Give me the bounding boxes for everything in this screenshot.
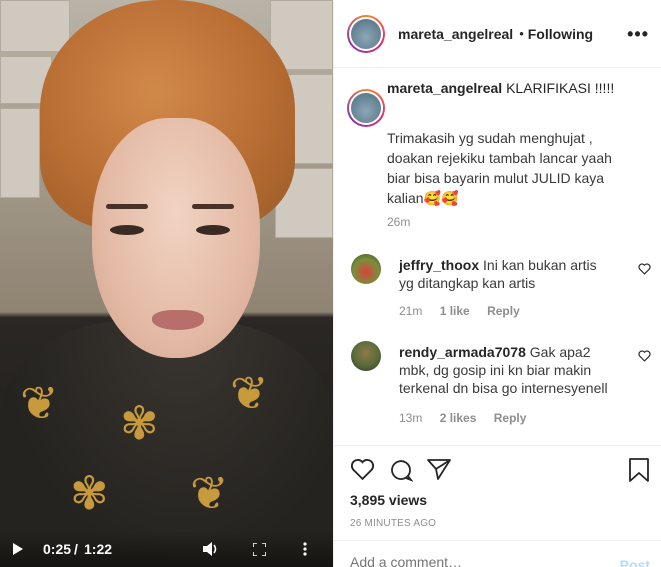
like-comment-heart-icon[interactable] bbox=[638, 262, 651, 280]
author-username[interactable]: mareta_angelreal bbox=[398, 26, 513, 42]
dress-pattern: ✾ bbox=[70, 467, 109, 519]
following-button[interactable]: Following bbox=[528, 26, 593, 42]
author-avatar[interactable] bbox=[347, 14, 385, 53]
commenter-avatar[interactable] bbox=[351, 341, 381, 371]
like-heart-icon[interactable] bbox=[350, 458, 375, 487]
video-options-icon[interactable] bbox=[303, 542, 307, 556]
comment-time[interactable]: 13m bbox=[399, 411, 422, 425]
caption-author[interactable]: mareta_angelreal bbox=[387, 80, 502, 96]
posted-time[interactable]: 26 MINUTES AGO bbox=[350, 518, 436, 529]
dress-pattern: ✾ bbox=[120, 397, 159, 449]
comment-bubble-icon[interactable] bbox=[389, 458, 414, 487]
action-row bbox=[350, 458, 451, 487]
comments-list[interactable]: mareta_angelreal KLARIFIKASI !!!!! Trima… bbox=[334, 69, 661, 445]
dress-pattern: ❦ bbox=[230, 367, 269, 419]
video-player[interactable]: ❦ ✾ ❦ ✾ ❦ 0:25 / 1:22 bbox=[0, 0, 333, 567]
comment-text: jeffry_thoox Ini kan bukan artis yg dita… bbox=[399, 256, 614, 292]
commenter-avatar[interactable] bbox=[351, 254, 381, 284]
eye bbox=[110, 225, 144, 235]
caption-avatar[interactable] bbox=[347, 89, 385, 127]
wall-tile bbox=[0, 108, 40, 198]
reply-button[interactable]: Reply bbox=[494, 411, 527, 425]
post-actions: 3,895 views 26 MINUTES AGO bbox=[334, 445, 661, 540]
separator-dot: • bbox=[519, 26, 524, 41]
commenter-username[interactable]: jeffry_thoox bbox=[399, 257, 479, 273]
video-controls: 0:25 / 1:22 bbox=[0, 531, 333, 567]
commenter-username[interactable]: rendy_armada7078 bbox=[399, 344, 526, 360]
add-comment-bar: Post bbox=[334, 540, 661, 567]
share-paper-plane-icon[interactable] bbox=[427, 458, 451, 487]
add-comment-input[interactable] bbox=[350, 554, 580, 567]
duration: 1:22 bbox=[84, 541, 113, 557]
comment-likes[interactable]: 2 likes bbox=[440, 411, 477, 425]
dress-pattern: ❦ bbox=[20, 377, 59, 429]
time-separator: / bbox=[74, 541, 78, 557]
caption-body: Trimakasih yg sudah menghujat , doakan r… bbox=[387, 130, 612, 206]
reply-button[interactable]: Reply bbox=[487, 304, 520, 318]
more-icon[interactable]: ••• bbox=[627, 24, 649, 45]
wall-tile bbox=[0, 0, 70, 52]
post-comment-button[interactable]: Post bbox=[620, 557, 650, 567]
current-time: 0:25 bbox=[43, 541, 72, 557]
fullscreen-icon[interactable] bbox=[253, 542, 266, 556]
comment-meta: 21m 1 like Reply bbox=[399, 304, 534, 318]
bookmark-icon[interactable] bbox=[628, 458, 650, 487]
comment-likes[interactable]: 1 like bbox=[440, 304, 470, 318]
eyebrow bbox=[106, 204, 148, 209]
mouth bbox=[152, 310, 204, 330]
play-icon[interactable] bbox=[13, 543, 23, 555]
post-header: mareta_angelreal • Following ••• bbox=[334, 0, 661, 68]
caption-time[interactable]: 26m bbox=[387, 215, 410, 229]
comment-meta: 13m 2 likes Reply bbox=[399, 411, 540, 425]
view-count[interactable]: 3,895 views bbox=[350, 492, 427, 508]
caption-title: KLARIFIKASI !!!!! bbox=[506, 80, 615, 96]
caption-header: mareta_angelreal KLARIFIKASI !!!!! bbox=[387, 78, 647, 98]
dress-pattern: ❦ bbox=[190, 467, 229, 519]
comment-text: rendy_armada7078 Gak apa2 mbk, dg gosip … bbox=[399, 343, 614, 397]
volume-icon[interactable] bbox=[203, 542, 219, 556]
post-panel: mareta_angelreal • Following ••• mareta_… bbox=[333, 0, 661, 567]
eye bbox=[196, 225, 230, 235]
eyebrow bbox=[192, 204, 234, 209]
comment-time[interactable]: 21m bbox=[399, 304, 422, 318]
like-comment-heart-icon[interactable] bbox=[638, 349, 651, 367]
